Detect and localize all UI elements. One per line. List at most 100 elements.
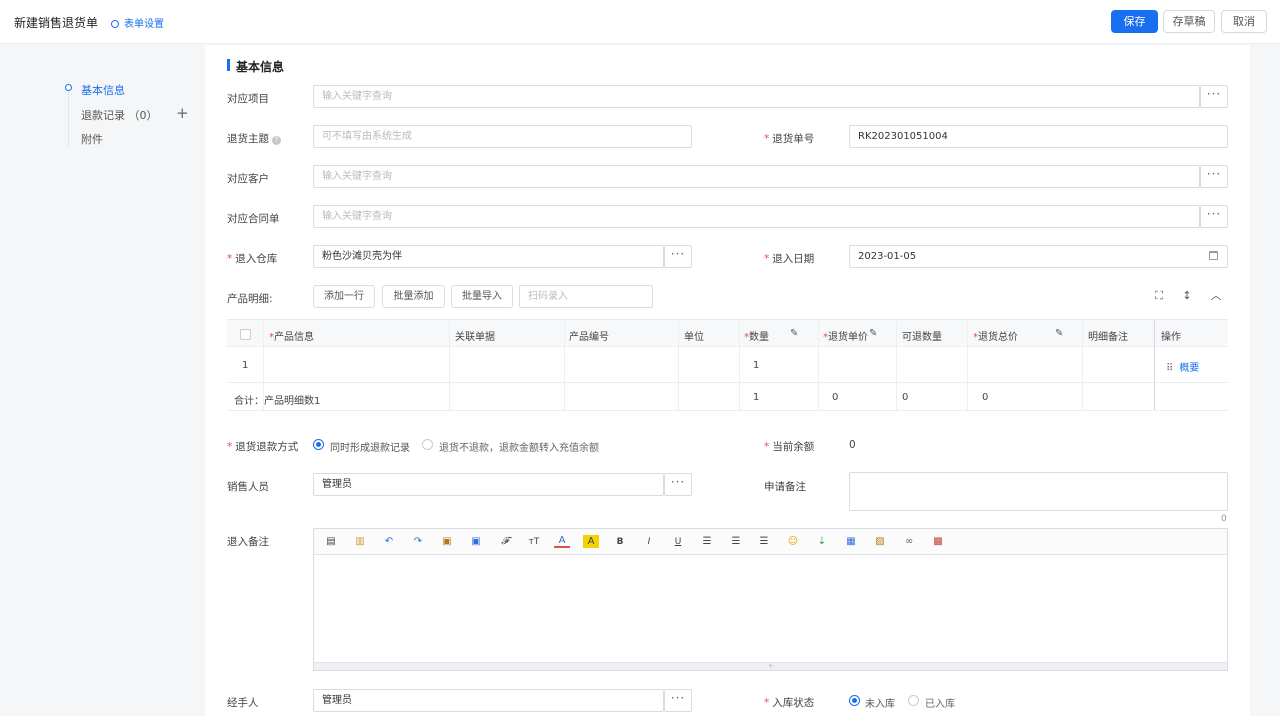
warehouse-more-button[interactable]: ···	[664, 245, 692, 268]
table-icon[interactable]: ▦	[843, 534, 859, 550]
subject-placeholder: 可不填写由系统生成	[322, 131, 412, 142]
edit-qty-icon[interactable]: ✎	[790, 328, 798, 339]
col-divider	[896, 320, 897, 410]
th-unit: 单位	[684, 332, 704, 343]
apply-note-textarea[interactable]	[849, 472, 1228, 511]
stock-status-radio-1[interactable]	[849, 695, 860, 706]
contract-more-button[interactable]: ···	[1200, 205, 1228, 228]
calendar-icon[interactable]	[1209, 251, 1218, 260]
font-size-icon[interactable]: тT	[526, 534, 542, 550]
form-settings-label: 表单设置	[124, 19, 164, 30]
subject-label-text: 退货主题	[227, 133, 269, 145]
refund-method-radio-1[interactable]	[313, 439, 324, 450]
th-code: 产品编号	[569, 332, 609, 343]
add-row-button[interactable]: 添加一行	[313, 285, 375, 308]
refund-method-option-2[interactable]: 退货不退款，退款金额转入充值余额	[439, 439, 599, 454]
row-summary-link-text: 概要	[1179, 363, 1200, 374]
stock-status-radio-2[interactable]	[908, 695, 919, 706]
project-more-button[interactable]: ···	[1200, 85, 1228, 108]
emoji-icon[interactable]: ☺	[785, 534, 801, 550]
edit-price-icon[interactable]: ✎	[869, 328, 877, 339]
sidebar-timeline	[68, 84, 69, 148]
form-settings-link[interactable]: 表单设置	[111, 15, 164, 30]
underline-icon[interactable]: U	[670, 534, 686, 550]
th-related: 关联单据	[455, 332, 495, 343]
product-detail-label: 产品明细:	[227, 293, 273, 305]
return-date-input[interactable]: 2023-01-05	[849, 245, 1228, 268]
collapse-icon[interactable]: ︿	[1209, 289, 1223, 303]
th-product-text: 产品信息	[274, 332, 314, 343]
more-icon[interactable]: ▩	[930, 534, 946, 550]
cancel-button[interactable]: 取消	[1221, 10, 1267, 33]
warehouse-input[interactable]: 粉色沙滩贝壳为伴	[313, 245, 664, 268]
save-button[interactable]: 保存	[1111, 10, 1158, 33]
sidebar-item-basic-info[interactable]: 基本信息	[81, 82, 125, 98]
link-icon[interactable]: ∞	[901, 534, 917, 550]
apply-note-counter: 0	[1221, 514, 1227, 524]
refund-method-option-1[interactable]: 同时形成退款记录	[330, 439, 410, 454]
summary-returnable: 0	[902, 392, 909, 403]
clear-format-icon[interactable]: 𝓕	[497, 534, 513, 550]
image-icon[interactable]: ▨	[872, 534, 888, 550]
project-input[interactable]: 输入关键字查询	[313, 85, 1200, 108]
fullscreen-icon[interactable]: ⛶	[1152, 289, 1166, 303]
redo-icon[interactable]: ↷	[410, 534, 426, 550]
salesperson-more-button[interactable]: ···	[664, 473, 692, 496]
editor-toolbar: ▤ ▥ ↶ ↷ ▣ ▣ 𝓕 тT A A B I U ☰ ☰ ☰ ☺ ⇣ ▦ ▨…	[314, 529, 1227, 555]
rich-text-editor[interactable]: ▤ ▥ ↶ ↷ ▣ ▣ 𝓕 тT A A B I U ☰ ☰ ☰ ☺ ⇣ ▦ ▨…	[313, 528, 1228, 671]
handler-input[interactable]: 管理员	[313, 689, 664, 712]
batch-import-button[interactable]: 批量导入	[451, 285, 513, 308]
sidebar-item-refund-records[interactable]: 退款记录 （0）	[81, 107, 158, 123]
align-left-icon[interactable]: ☰	[699, 534, 715, 550]
row-summary-link[interactable]: ⠿ 概要	[1166, 359, 1199, 374]
stock-status-option-2[interactable]: 已入库	[925, 695, 955, 710]
paste-text-icon[interactable]: ▣	[468, 534, 484, 550]
new-doc-icon[interactable]: ▥	[352, 534, 368, 550]
save-draft-button[interactable]: 存草稿	[1163, 10, 1215, 33]
stock-status-label-text: 入库状态	[772, 697, 815, 709]
subject-label: 退货主题?	[227, 131, 281, 146]
bg-color-icon[interactable]: A	[583, 535, 599, 548]
customer-placeholder: 输入关键字查询	[322, 171, 392, 182]
contract-label: 对应合同单	[227, 213, 280, 225]
col-divider	[967, 320, 968, 410]
expand-vertical-icon[interactable]: ↕	[1180, 289, 1194, 303]
refund-method-radio-2[interactable]	[422, 439, 433, 450]
subject-input[interactable]: 可不填写由系统生成	[313, 125, 692, 148]
source-icon[interactable]: ▤	[323, 534, 339, 550]
paste-icon[interactable]: ▣	[439, 534, 455, 550]
customer-more-button[interactable]: ···	[1200, 165, 1228, 188]
drag-handle-icon[interactable]: ⠿	[1166, 363, 1173, 374]
edit-total-icon[interactable]: ✎	[1055, 328, 1063, 339]
align-right-icon[interactable]: ☰	[756, 534, 772, 550]
row-qty[interactable]: 1	[753, 360, 759, 371]
customer-input[interactable]: 输入关键字查询	[313, 165, 1200, 188]
align-center-icon[interactable]: ☰	[728, 534, 744, 550]
summary-qty: 1	[753, 392, 760, 403]
settings-icon	[111, 20, 119, 28]
scan-input[interactable]: 扫码录入	[519, 285, 653, 308]
italic-icon[interactable]: I	[641, 534, 657, 550]
th-price: *退货单价	[823, 328, 868, 343]
insert-icon[interactable]: ⇣	[814, 534, 830, 550]
required-mark: *	[764, 253, 770, 265]
batch-add-button[interactable]: 批量添加	[382, 285, 445, 308]
font-color-icon[interactable]: A	[554, 534, 570, 548]
salesperson-input[interactable]: 管理员	[313, 473, 664, 496]
th-qty: *数量	[744, 328, 769, 343]
balance-label-text: 当前余额	[772, 441, 815, 453]
return-no-input[interactable]: RK202301051004	[849, 125, 1228, 148]
help-icon[interactable]: ?	[272, 136, 281, 145]
add-refund-record-icon[interactable]: +	[176, 104, 189, 122]
stock-status-option-1[interactable]: 未入库	[865, 695, 895, 710]
handler-more-button[interactable]: ···	[664, 689, 692, 712]
editor-resize-handle[interactable]: ÷	[314, 662, 1227, 670]
select-all-checkbox[interactable]	[240, 329, 251, 340]
undo-icon[interactable]: ↶	[381, 534, 397, 550]
bold-icon[interactable]: B	[612, 534, 628, 550]
sidebar-item-attachments[interactable]: 附件	[81, 131, 103, 147]
return-date-label: * 退入日期	[764, 251, 814, 266]
contract-input[interactable]: 输入关键字查询	[313, 205, 1200, 228]
return-date-label-text: 退入日期	[772, 253, 815, 265]
project-label: 对应项目	[227, 93, 269, 105]
